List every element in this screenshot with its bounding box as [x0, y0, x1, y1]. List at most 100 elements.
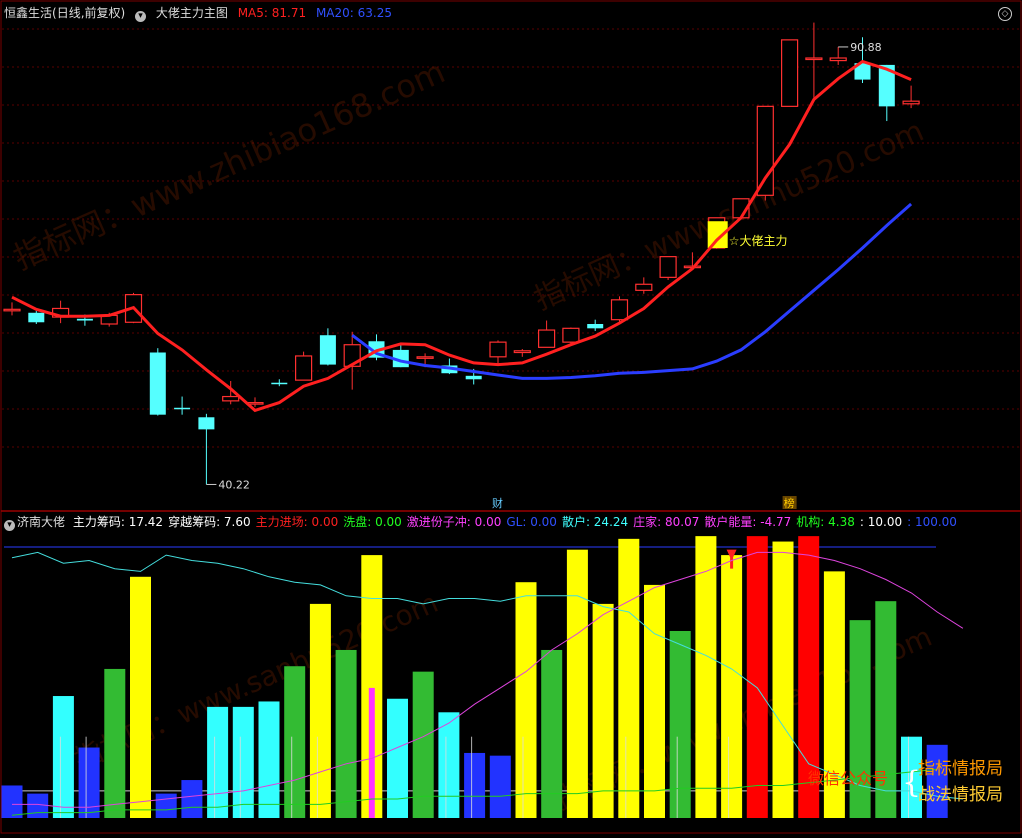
candle — [28, 311, 45, 324]
indicator-bar — [772, 541, 794, 818]
candle — [149, 348, 166, 416]
candle — [587, 319, 604, 331]
chart-period[interactable]: (日线,前复权) — [52, 6, 125, 20]
brand-line2: 战法情报局 — [918, 785, 1003, 805]
candle-body — [756, 105, 774, 196]
chart-canvas: 指标网：www.zhibiao168.com 指标网：www.sanhu520.c… — [0, 0, 1022, 834]
ma20-line — [351, 202, 913, 380]
sub-legend-item: 机构: 4.38 — [796, 515, 855, 529]
indicator-bar — [515, 582, 537, 818]
indicator-bar — [644, 584, 665, 818]
indicator-bar — [849, 620, 871, 818]
candle-body — [489, 341, 507, 358]
candle — [902, 85, 920, 109]
candle-body — [465, 375, 482, 380]
indicator-bar — [104, 668, 126, 818]
dropdown-circle-icon[interactable]: ▾ — [135, 11, 147, 22]
candle — [51, 300, 70, 324]
candle — [780, 39, 799, 107]
candle-body — [610, 299, 629, 321]
indicator-bar — [618, 538, 640, 818]
ma20-value: MA20: 63.25 — [315, 6, 392, 20]
candle — [829, 46, 847, 65]
candle — [659, 256, 677, 280]
candle-body — [198, 417, 215, 430]
indicator-bar — [695, 536, 717, 818]
candle — [3, 302, 21, 316]
indicator-bar — [489, 755, 511, 818]
signal-label: ☆大佬主力 — [729, 234, 788, 248]
indicator-bar — [566, 549, 588, 818]
candle-body — [537, 329, 556, 348]
candle-body — [562, 327, 580, 343]
candle-body — [659, 256, 677, 278]
indicator-bar — [155, 793, 177, 818]
candle — [271, 379, 288, 387]
indicator-bar — [721, 555, 743, 818]
sub-legend-item: GL: 0.00 — [506, 515, 557, 529]
candle-body — [149, 352, 166, 415]
candle — [635, 277, 653, 294]
watermark: 指标网：www.sanhu520.com — [69, 586, 443, 776]
main-chart-header: 恒鑫生活(日线,前复权) ▾ 大佬主力主图 MA5: 81.71 MA20: 6… — [4, 5, 398, 22]
candle-body — [780, 39, 799, 107]
candle — [319, 328, 336, 366]
indicator-bar — [438, 712, 460, 818]
indicator-bar — [387, 698, 408, 818]
sub-legend-item: : 10.00 — [859, 515, 903, 529]
indicator-bar — [746, 536, 768, 818]
sub-legend-item: 庄家: 80.07 — [633, 515, 700, 529]
sub-legend-item: 散户: 24.24 — [561, 515, 629, 529]
candle-body — [902, 100, 920, 105]
indicator-bar — [926, 744, 948, 818]
candle — [489, 340, 507, 364]
candle-body — [3, 308, 21, 312]
candle — [174, 396, 191, 415]
main-indicator-name[interactable]: 大佬主力主图 — [156, 6, 228, 20]
indicator-bar — [52, 696, 74, 818]
indicator-bar — [309, 603, 331, 818]
candle-body — [222, 395, 240, 402]
indicator-bar — [592, 603, 614, 818]
indicator-bar — [232, 706, 254, 818]
indicator-bar — [181, 780, 203, 818]
indicator-bar — [335, 649, 357, 818]
candle-body — [271, 382, 288, 385]
dropdown-circle-icon[interactable]: ▾ — [4, 520, 15, 531]
low-label: 40.22 — [218, 478, 250, 491]
candle — [513, 349, 531, 357]
event-marker-bang: 榜 — [784, 496, 795, 510]
candle-body — [805, 57, 823, 61]
sub-legend-item: 主力进场: 0.00 — [255, 515, 339, 529]
brand-line1: 指标情报局 — [918, 759, 1003, 779]
candle-body — [829, 57, 847, 62]
stock-name[interactable]: 恒鑫生活 — [4, 6, 52, 20]
indicator-bar — [284, 666, 306, 818]
sub-legend-item: 洗盘: 0.00 — [343, 515, 402, 529]
settings-icon[interactable]: ◇ — [998, 7, 1012, 21]
candle-body — [76, 318, 93, 321]
watermark: 指标网：www.zhibiao168.com — [8, 52, 451, 277]
candle-body — [416, 356, 434, 359]
indicator-bar — [27, 793, 49, 818]
indicator-bar — [1, 785, 23, 818]
sub-legend-item: : 100.00 — [907, 515, 957, 529]
candle-body — [295, 355, 313, 381]
indicator-bar — [669, 630, 691, 818]
indicator-bar — [207, 706, 229, 818]
sub-chart-header: ▾ 济南大佬 主力筹码: 17.42 穿越筹码: 7.60 主力进场: 0.00 洗盘:… — [4, 514, 962, 531]
brand-wechat: 微信公众号 — [808, 769, 888, 788]
chart-svg: 指标网：www.zhibiao168.com 指标网：www.sanhu520.c… — [0, 0, 1022, 834]
sub-indicator-name[interactable]: 济南大佬 — [17, 515, 65, 529]
candle — [295, 351, 313, 381]
indicator-bar — [258, 701, 280, 818]
candle-body — [174, 407, 191, 410]
candle-body — [513, 350, 531, 354]
ma5-value: MA5: 81.71 — [237, 6, 307, 20]
high-label: 90.88 — [850, 41, 882, 54]
sub-legend-item: 散户能量: -4.77 — [704, 515, 792, 529]
candle — [878, 64, 895, 122]
indicator-bar — [541, 649, 563, 818]
sub-legend-item: 主力筹码: 17.42 — [72, 515, 164, 529]
candle-body — [635, 283, 653, 291]
